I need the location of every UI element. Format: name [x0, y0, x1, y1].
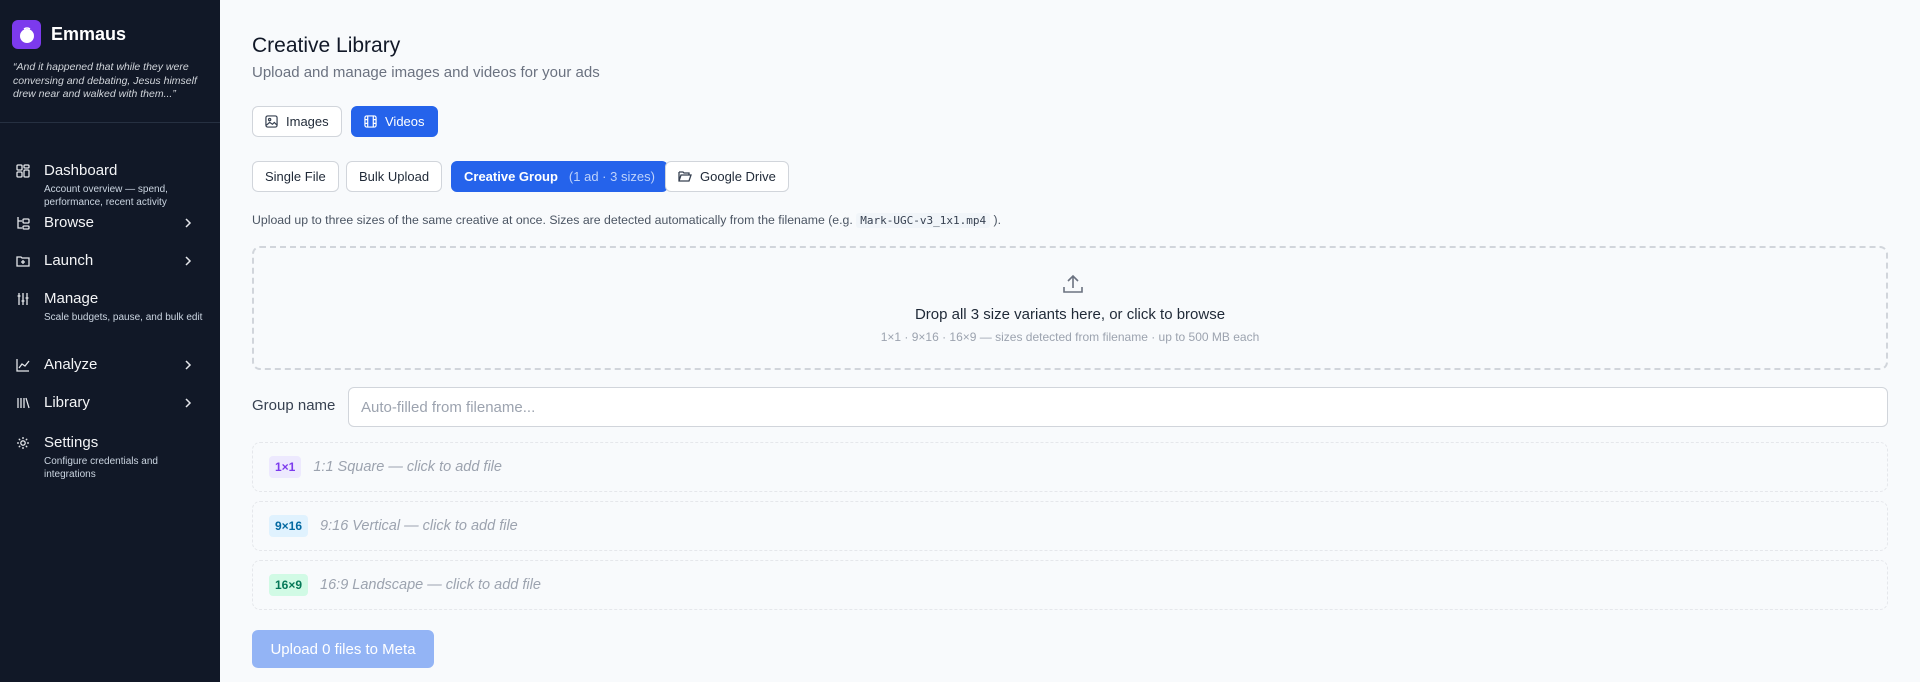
app-logo-icon: [12, 20, 41, 49]
sidebar-item-description: Account overview — spend, performance, r…: [44, 184, 168, 208]
folder-open-icon: [678, 171, 692, 182]
slot-hint: 9:16 Vertical — click to add file: [320, 518, 518, 534]
upload-helper-text: Upload up to three sizes of the same cre…: [252, 213, 1002, 228]
page-title: Creative Library: [252, 34, 401, 57]
app-name: Emmaus: [51, 24, 127, 44]
button-label: Single File: [265, 169, 326, 184]
sliders-icon: [17, 293, 29, 305]
library-icon: [17, 397, 30, 409]
upload-to-meta-button[interactable]: Upload 0 files to Meta: [252, 630, 434, 668]
size-badge: 9×16: [269, 515, 309, 537]
single-file-button[interactable]: Single File: [252, 161, 339, 192]
sidebar-item-label: Dashboard: [44, 162, 118, 179]
helper-text-prefix: Upload up to three sizes of the same cre…: [252, 213, 853, 227]
folder-plus-icon: [16, 256, 30, 267]
brand[interactable]: Emmaus: [0, 0, 220, 49]
image-icon: [265, 115, 278, 128]
tab-images[interactable]: Images: [252, 106, 342, 137]
size-badge: 16×9: [269, 574, 309, 596]
sidebar-item-label: Library: [44, 394, 90, 411]
chart-line-icon: [16, 359, 30, 372]
tab-label: Images: [286, 114, 329, 129]
group-name-input[interactable]: [348, 387, 1888, 427]
chevron-right-icon: [185, 256, 192, 266]
filename-example: Mark-UGC-v3_1x1.mp4: [856, 213, 991, 228]
dropzone-title: Drop all 3 size variants here, or click …: [914, 306, 1226, 323]
sidebar-item-label: Manage: [44, 290, 99, 307]
sidebar-item-browse[interactable]: Browse: [0, 212, 220, 250]
sidebar-divider: [0, 121, 220, 123]
google-drive-button[interactable]: Google Drive: [665, 161, 789, 192]
tree-icon: [17, 217, 30, 230]
main-content: Creative Library Upload and manage image…: [220, 0, 1920, 682]
tab-label: Videos: [385, 114, 425, 129]
chevron-right-icon: [185, 360, 192, 370]
upload-icon: [1063, 274, 1083, 293]
size-slot-16x9[interactable]: 16×9 16:9 Landscape — click to add file: [252, 560, 1888, 610]
app-quote: “And it happened that while they were co…: [13, 61, 197, 100]
button-label: Bulk Upload: [359, 169, 430, 184]
file-dropzone[interactable]: Drop all 3 size variants here, or click …: [252, 246, 1888, 370]
film-icon: [364, 115, 377, 128]
sidebar-item-dashboard[interactable]: Dashboard Account overview — spend, perf…: [0, 160, 220, 208]
size-badge: 1×1: [269, 456, 302, 478]
chevron-right-icon: [185, 218, 192, 228]
size-slot-9x16[interactable]: 9×16 9:16 Vertical — click to add file: [252, 501, 1888, 551]
sidebar-item-description: Configure credentials and integrations: [44, 456, 158, 480]
sidebar-item-settings[interactable]: Settings Configure credentials and integ…: [0, 432, 220, 482]
sidebar-item-label: Browse: [44, 214, 95, 231]
sidebar-item-label: Analyze: [44, 356, 98, 373]
slot-hint: 16:9 Landscape — click to add file: [320, 577, 541, 593]
gear-icon: [17, 437, 29, 449]
creative-group-detail: (1 ad · 3 sizes): [568, 169, 655, 184]
creative-group-button[interactable]: Creative Group (1 ad · 3 sizes): [451, 161, 668, 192]
bulk-upload-button[interactable]: Bulk Upload: [346, 161, 443, 192]
dropzone-subtitle: 1×1 · 9×16 · 16×9 — sizes detected from …: [880, 330, 1260, 344]
sidebar-item-label: Settings: [44, 434, 99, 451]
slot-hint: 1:1 Square — click to add file: [313, 459, 502, 475]
grid-icon: [16, 164, 30, 178]
group-name-label: Group name: [252, 397, 336, 414]
chevron-right-icon: [185, 398, 192, 408]
page-subtitle: Upload and manage images and videos for …: [252, 64, 600, 81]
sidebar-nav: Dashboard Account overview — spend, perf…: [0, 160, 220, 482]
sidebar-item-launch[interactable]: Launch: [0, 250, 220, 288]
sidebar-item-library[interactable]: Library: [0, 392, 220, 430]
helper-text-suffix: ).: [993, 213, 1002, 227]
sidebar-item-manage[interactable]: Manage Scale budgets, pause, and bulk ed…: [0, 288, 220, 346]
size-slot-1x1[interactable]: 1×1 1:1 Square — click to add file: [252, 442, 1888, 492]
sidebar: Emmaus “And it happened that while they …: [0, 0, 220, 682]
tab-videos[interactable]: Videos: [351, 106, 438, 137]
sidebar-item-analyze[interactable]: Analyze: [0, 354, 220, 392]
sidebar-item-label: Launch: [44, 252, 94, 269]
button-label: Creative Group: [464, 169, 558, 184]
button-label: Google Drive: [700, 169, 776, 184]
sidebar-item-description: Scale budgets, pause, and bulk edit: [44, 312, 203, 323]
